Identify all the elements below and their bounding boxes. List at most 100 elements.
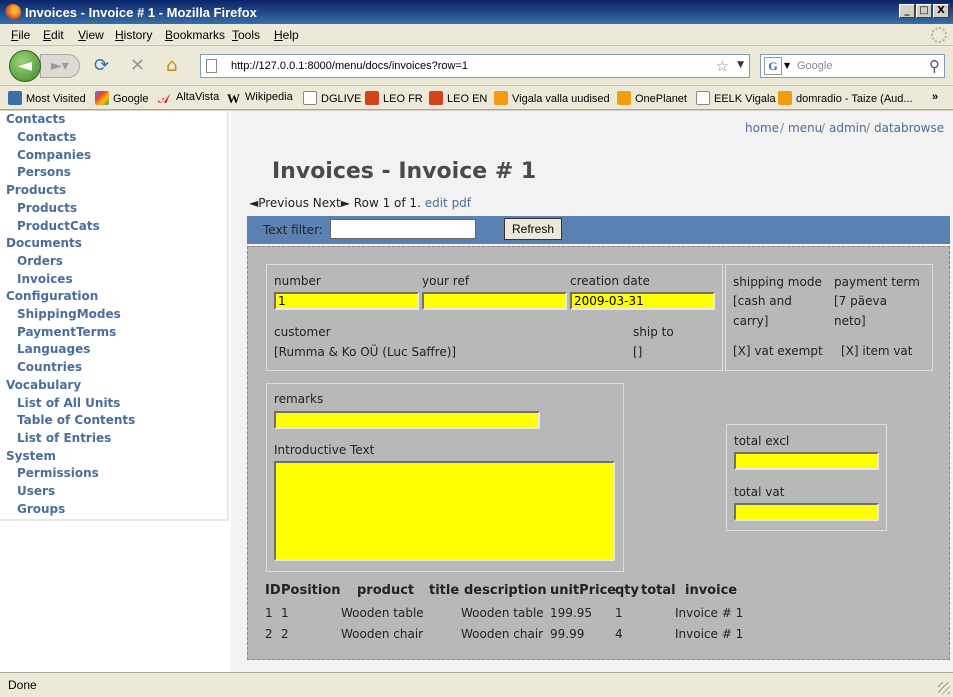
bookmark-leo-fr[interactable]: LEO FR <box>365 91 423 105</box>
total-vat-field[interactable] <box>734 503 879 521</box>
stop-icon[interactable]: ✕ <box>130 57 145 75</box>
next-link[interactable]: Next► <box>313 196 350 210</box>
sidebar-item-users[interactable]: Users <box>17 484 55 498</box>
menu-help[interactable]: Help <box>274 28 299 42</box>
column-header[interactable]: product <box>357 583 414 598</box>
table-cell-link[interactable]: Wooden table <box>341 606 424 620</box>
column-header[interactable]: description <box>464 583 547 598</box>
bookmark-most-visited[interactable]: Most Visited <box>8 91 86 105</box>
sidebar-item-list-of-entries[interactable]: List of Entries <box>17 431 111 445</box>
sidebar-item-groups[interactable]: Groups <box>17 502 65 516</box>
breadcrumb-menu[interactable]: menu <box>788 121 822 135</box>
column-header[interactable]: Position <box>281 583 341 598</box>
url-text[interactable]: http://127.0.0.1:8000/menu/docs/invoices… <box>231 60 468 72</box>
breadcrumb-admin[interactable]: admin <box>829 121 867 135</box>
pdf-link[interactable]: pdf <box>452 196 471 210</box>
bookmark-leo-en[interactable]: LEO EN <box>429 91 487 105</box>
sidebar-item-paymentterms[interactable]: PaymentTerms <box>17 325 116 339</box>
text-filter-input[interactable] <box>330 219 476 239</box>
sidebar-group-vocabulary[interactable]: Vocabulary <box>6 378 81 392</box>
column-header[interactable]: total <box>641 583 676 598</box>
shipping-mode-value[interactable]: [cash and <box>733 294 792 308</box>
sidebar-item-persons[interactable]: Persons <box>17 165 71 179</box>
total-excl-field[interactable] <box>734 452 879 470</box>
payment-term-value[interactable]: neto] <box>834 314 866 328</box>
bookmark-google[interactable]: Google <box>95 91 148 105</box>
google-icon[interactable]: G <box>764 57 782 75</box>
your-ref-field[interactable] <box>422 292 567 310</box>
payment-term-value[interactable]: [7 päeva <box>834 294 887 308</box>
bookmark-vigala[interactable]: Vigala valla uudised <box>494 91 610 105</box>
reload-icon[interactable]: ⟳ <box>94 57 109 75</box>
column-header[interactable]: unitPrice <box>550 583 616 598</box>
search-input[interactable]: Google <box>797 60 832 72</box>
back-button[interactable]: ◄ <box>9 50 41 82</box>
search-engine-dropdown-icon[interactable]: ▼ <box>784 61 790 70</box>
sidebar-item-list-of-all-units[interactable]: List of All Units <box>17 396 120 410</box>
column-header[interactable]: ID <box>265 583 281 598</box>
url-bar[interactable]: http://127.0.0.1:8000/menu/docs/invoices… <box>200 54 750 78</box>
sidebar-group-products[interactable]: Products <box>6 183 66 197</box>
menu-history[interactable]: History <box>115 28 152 42</box>
sidebar-item-shippingmodes[interactable]: ShippingModes <box>17 307 121 321</box>
sidebar-item-products[interactable]: Products <box>17 201 77 215</box>
rss-icon <box>494 91 508 105</box>
menu-bookmarks[interactable]: Bookmarks <box>165 28 225 42</box>
sidebar-item-languages[interactable]: Languages <box>17 342 90 356</box>
item-vat-checkbox[interactable]: [X] item vat <box>841 344 912 358</box>
close-button[interactable]: X <box>933 4 949 18</box>
breadcrumb-databrowse[interactable]: databrowse <box>874 121 944 135</box>
table-cell-link[interactable]: Invoice # 1 <box>675 627 743 641</box>
bookmark-wikipedia[interactable]: W Wikipedia <box>227 91 293 106</box>
url-dropdown-icon[interactable]: ▼ <box>737 60 744 70</box>
breadcrumb-home[interactable]: home <box>745 121 779 135</box>
vat-exempt-checkbox[interactable]: [X] vat exempt <box>733 344 823 358</box>
column-header[interactable]: invoice <box>685 583 737 598</box>
shipping-mode-value[interactable]: carry] <box>733 314 768 328</box>
bookmarks-overflow-chevron-icon[interactable]: » <box>932 91 938 103</box>
sidebar-group-documents[interactable]: Documents <box>6 236 82 250</box>
search-icon[interactable]: ⚲ <box>929 57 940 75</box>
minimize-button[interactable]: _ <box>899 4 915 18</box>
sidebar-item-orders[interactable]: Orders <box>17 254 63 268</box>
bookmark-star-icon[interactable]: ☆ <box>716 57 729 75</box>
maximize-button[interactable]: □ <box>916 4 932 18</box>
home-icon[interactable]: ⌂ <box>166 57 177 75</box>
menu-file[interactable]: File <box>11 28 30 42</box>
menu-tools[interactable]: Tools <box>232 28 260 42</box>
refresh-button[interactable]: Refresh <box>504 218 562 240</box>
edit-link[interactable]: edit <box>425 196 448 210</box>
column-header[interactable]: qty <box>615 583 639 598</box>
sidebar-item-companies[interactable]: Companies <box>17 148 91 162</box>
sidebar-item-table-of-contents[interactable]: Table of Contents <box>17 413 135 427</box>
sidebar-item-invoices[interactable]: Invoices <box>17 272 73 286</box>
forward-button[interactable]: ►▾ <box>40 54 80 78</box>
remarks-field[interactable] <box>274 411 540 429</box>
previous-link[interactable]: ◄Previous <box>249 196 309 210</box>
table-cell-link[interactable]: Invoice # 1 <box>675 606 743 620</box>
resize-grip-icon[interactable] <box>938 682 950 694</box>
sidebar-group-contacts[interactable]: Contacts <box>6 112 65 126</box>
menu-view[interactable]: View <box>78 28 104 42</box>
search-bar[interactable]: G ▼ Google ⚲ <box>760 54 945 78</box>
bookmark-domradio[interactable]: domradio - Taize (Aud... <box>778 91 913 105</box>
bookmark-eelk-vigala[interactable]: EELK Vigala <box>696 91 776 105</box>
sidebar-group-configuration[interactable]: Configuration <box>6 289 98 303</box>
window-titlebar: Invoices - Invoice # 1 - Mozilla Firefox… <box>0 0 953 24</box>
customer-value[interactable]: [Rumma & Ko OÜ (Luc Saffre)] <box>274 345 456 359</box>
introductive-text-area[interactable] <box>274 461 615 561</box>
menu-edit[interactable]: Edit <box>43 28 64 42</box>
bookmark-dglive[interactable]: DGLIVE <box>303 91 361 105</box>
sidebar-item-permissions[interactable]: Permissions <box>17 466 99 480</box>
sidebar-item-contacts[interactable]: Contacts <box>17 130 76 144</box>
number-field[interactable]: 1 <box>274 292 419 310</box>
ship-to-value[interactable]: [] <box>633 345 642 359</box>
sidebar-item-productcats[interactable]: ProductCats <box>17 219 100 233</box>
column-header[interactable]: title <box>429 583 459 598</box>
creation-date-field[interactable]: 2009-03-31 <box>570 292 715 310</box>
bookmark-oneplanet[interactable]: OnePlanet <box>617 91 687 105</box>
bookmark-altavista[interactable]: 𝒜 AltaVista <box>158 91 219 106</box>
table-cell-link[interactable]: Wooden chair <box>341 627 423 641</box>
sidebar-group-system[interactable]: System <box>6 449 56 463</box>
sidebar-item-countries[interactable]: Countries <box>17 360 82 374</box>
